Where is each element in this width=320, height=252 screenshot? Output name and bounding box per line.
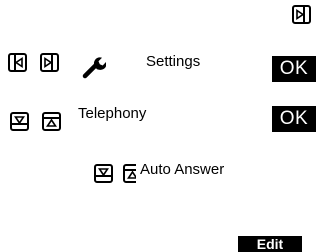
menu-item-settings[interactable]: Settings [76, 50, 254, 84]
wrench-icon [82, 55, 107, 79]
control-key-down-icon[interactable] [10, 112, 29, 131]
ok-softkey[interactable]: OK [272, 106, 316, 132]
control-key-right-icon[interactable] [292, 5, 311, 24]
control-key-left-icon[interactable] [8, 53, 27, 72]
ok-softkey[interactable]: OK [272, 56, 316, 82]
control-key-right-icon[interactable] [40, 53, 59, 72]
menu-item-telephony[interactable]: Telephony [76, 102, 254, 136]
edit-softkey[interactable]: Edit [238, 236, 302, 252]
menu-item-label: Telephony [78, 105, 147, 122]
menu-item-label: Settings [146, 53, 201, 70]
menu-item-label: Auto Answer [140, 161, 225, 178]
menu-item-auto-answer[interactable]: Auto Answer [136, 158, 296, 202]
control-key-down-icon[interactable] [94, 164, 113, 183]
control-key-up-icon[interactable] [42, 112, 61, 131]
